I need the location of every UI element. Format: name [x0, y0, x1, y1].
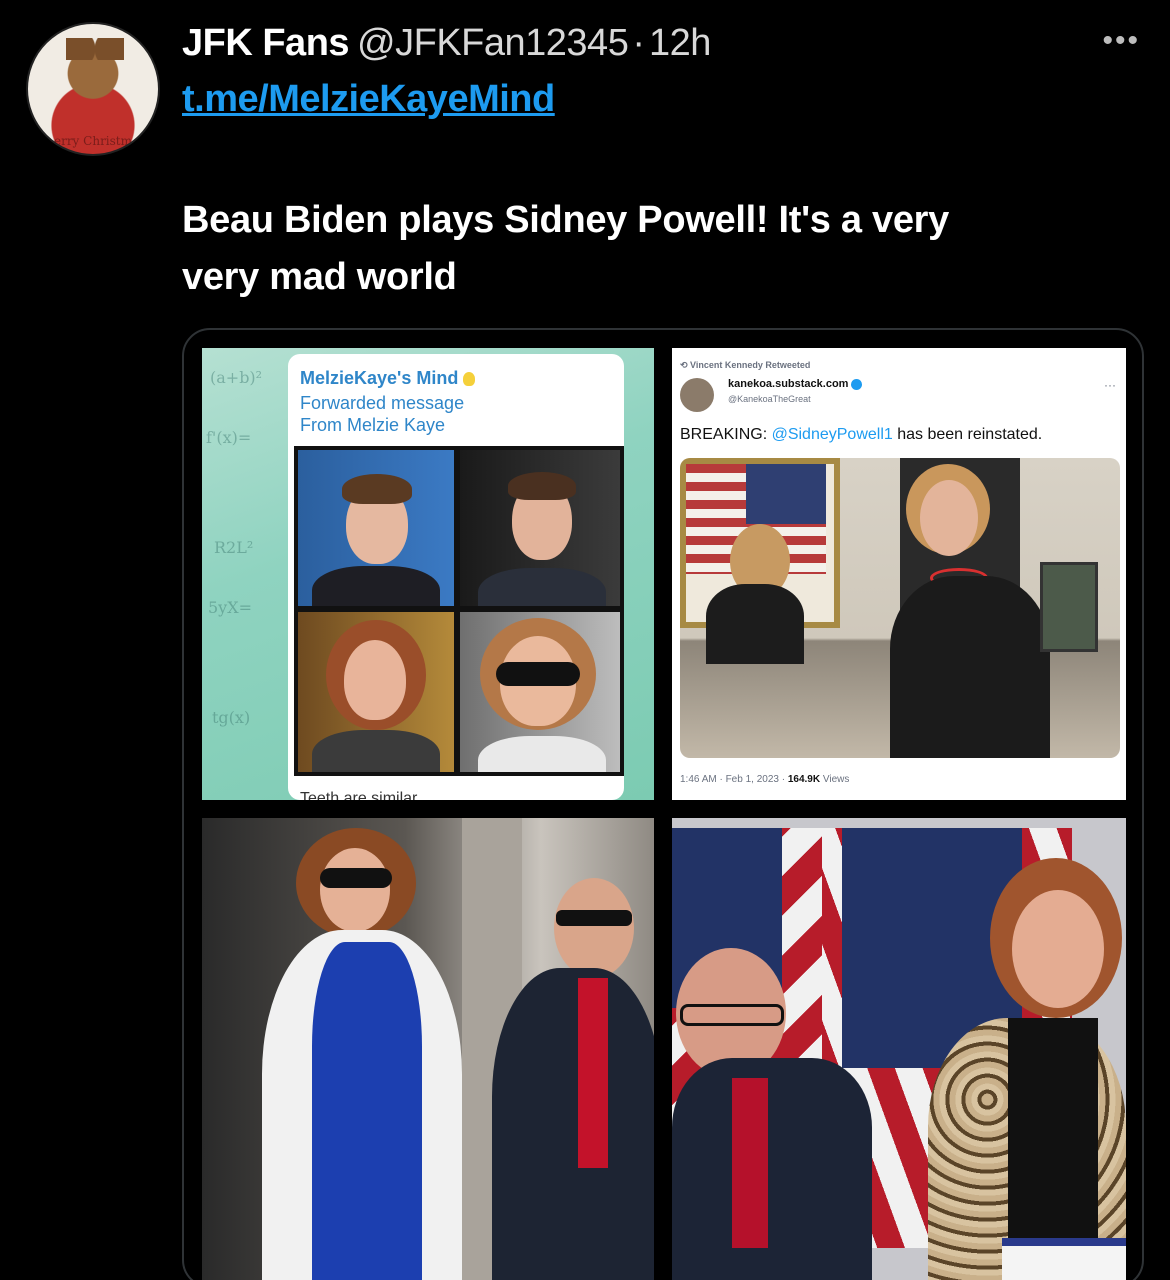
- telegram-footer: Teeth are similar: [300, 790, 418, 800]
- doodle: (a+b)²: [210, 368, 263, 387]
- sunglasses: [496, 662, 580, 686]
- comparison-photo-grid: [294, 446, 624, 776]
- man-suit: [672, 1058, 872, 1280]
- woman-dress: [890, 576, 1050, 758]
- doodle: tg(x): [212, 708, 251, 727]
- retweet-line: ⟲ Vincent Kennedy Retweeted: [680, 360, 811, 370]
- more-dots-icon[interactable]: •••: [1102, 24, 1140, 58]
- photo-woman-1: [298, 612, 454, 772]
- author-name[interactable]: JFK Fans: [182, 22, 350, 64]
- embedded-photo: [680, 458, 1120, 758]
- media-grid[interactable]: (a+b)² f'(x)= R2L² 5yX= tg(x) MelzieKaye…: [182, 328, 1144, 1280]
- avatar-caption: erry Christm: [53, 134, 132, 148]
- red-tie: [578, 978, 608, 1168]
- blue-dress: [312, 942, 422, 1280]
- man-tie: [732, 1078, 768, 1248]
- squirrel-ears: [66, 38, 124, 60]
- embedded-handle: @KanekoaTheGreat: [728, 394, 811, 404]
- telegram-link[interactable]: t.me/MelzieKayeMind: [182, 78, 555, 121]
- verified-icon: [851, 378, 863, 390]
- avatar[interactable]: erry Christm: [26, 22, 160, 156]
- lightbulb-icon: [463, 372, 476, 387]
- author-handle[interactable]: @JFKFan12345: [357, 22, 629, 64]
- telegram-message-card: MelzieKaye's Mind Forwarded message From…: [288, 354, 624, 800]
- embedded-tweet-text: BREAKING: @SidneyPowell1 has been reinst…: [680, 426, 1043, 443]
- tweet-text-line-1: Beau Biden plays Sidney Powell! It's a v…: [182, 199, 949, 241]
- embedded-author: kanekoa.substack.com: [728, 378, 863, 390]
- photo-man-1: [298, 450, 454, 606]
- wall-art: [1040, 562, 1098, 652]
- media-image-walking[interactable]: [202, 818, 654, 1280]
- woman-face: [320, 848, 390, 932]
- embedded-meta: 1:46 AM · Feb 1, 2023 · 164.9K Views: [680, 774, 850, 785]
- embedded-more-icon: ···: [1104, 378, 1116, 392]
- photo-man-2: [460, 450, 620, 606]
- separator: ·: [632, 22, 645, 64]
- media-image-telegram[interactable]: (a+b)² f'(x)= R2L² 5yX= tg(x) MelzieKaye…: [202, 348, 654, 800]
- tweet-text: Beau Biden plays Sidney Powell! It's a v…: [182, 192, 1132, 306]
- doodle: 5yX=: [208, 598, 253, 617]
- man-sunglasses: [556, 910, 632, 926]
- telegram-channel-title: MelzieKaye's Mind: [300, 368, 476, 389]
- tweet-text-line-2: very mad world: [182, 256, 457, 298]
- tweet-header: JFK Fans @JFKFan12345 · 12h •••: [182, 22, 1140, 66]
- photo-woman-2: [460, 612, 620, 772]
- tweet-time[interactable]: 12h: [649, 22, 711, 64]
- man-face: [554, 878, 634, 978]
- sunglasses: [320, 868, 392, 888]
- doodle: R2L²: [214, 538, 254, 557]
- woman-face: [920, 480, 978, 556]
- woman-face: [1012, 890, 1104, 1008]
- media-image-press-conference[interactable]: [672, 818, 1126, 1280]
- mirror: [680, 458, 840, 664]
- man-suit: [492, 968, 654, 1280]
- forwarded-label: Forwarded message From Melzie Kaye: [300, 393, 465, 435]
- doodle: f'(x)=: [206, 428, 252, 447]
- podium-sign: [1002, 1238, 1126, 1280]
- man-glasses: [680, 1004, 784, 1026]
- embedded-avatar: [680, 378, 714, 412]
- media-image-tweet-screenshot[interactable]: ⟲ Vincent Kennedy Retweeted kanekoa.subs…: [672, 348, 1126, 800]
